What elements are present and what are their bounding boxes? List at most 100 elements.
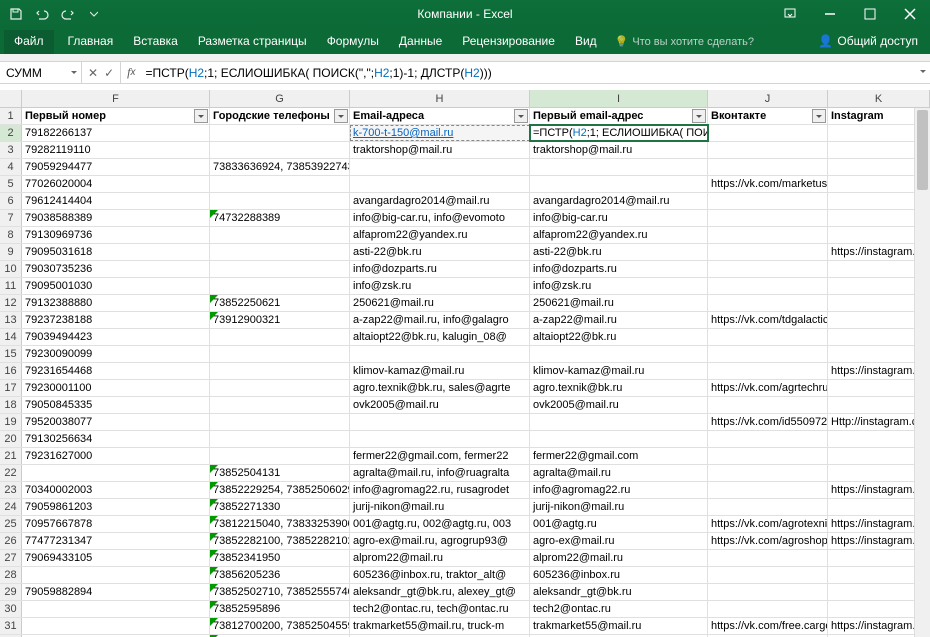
- row-header[interactable]: 4: [0, 159, 22, 175]
- cell[interactable]: [210, 448, 350, 464]
- cell[interactable]: 79520038077: [22, 414, 210, 430]
- cell[interactable]: klimov-kamaz@mail.ru: [530, 363, 708, 379]
- cell[interactable]: https://vk.com/agroshop22: [708, 533, 828, 549]
- cell[interactable]: altaiopt22@bk.ru: [530, 329, 708, 345]
- cell[interactable]: 73852250621: [210, 295, 350, 311]
- cell[interactable]: 77026020004: [22, 176, 210, 192]
- cell[interactable]: [708, 244, 828, 260]
- row-header[interactable]: 17: [0, 380, 22, 396]
- cell[interactable]: info@agromag22.ru, rusagrodet: [350, 482, 530, 498]
- cell[interactable]: [708, 601, 828, 617]
- cell[interactable]: aleksandr_gt@bk.ru: [530, 584, 708, 600]
- cell[interactable]: [350, 176, 530, 192]
- cell[interactable]: [22, 567, 210, 583]
- cell[interactable]: https://vk.com/marketusa: [708, 176, 828, 192]
- cell[interactable]: [210, 125, 350, 141]
- cell[interactable]: 73852229254, 73852506029: [210, 482, 350, 498]
- cell[interactable]: [708, 159, 828, 175]
- cell[interactable]: 70340002003: [22, 482, 210, 498]
- cell[interactable]: agro-ex@mail.ru: [530, 533, 708, 549]
- cell[interactable]: [210, 176, 350, 192]
- cell[interactable]: aleksandr_gt@bk.ru, alexey_gt@: [350, 584, 530, 600]
- row-header[interactable]: 24: [0, 499, 22, 515]
- cell[interactable]: 79612414404: [22, 193, 210, 209]
- cell[interactable]: [210, 142, 350, 158]
- row-header[interactable]: 11: [0, 278, 22, 294]
- cell[interactable]: 73852271330: [210, 499, 350, 515]
- cell[interactable]: info@agromag22.ru: [530, 482, 708, 498]
- cell[interactable]: https://vk.com/id55097224: [708, 414, 828, 430]
- cell[interactable]: 70957667878: [22, 516, 210, 532]
- row-header[interactable]: 31: [0, 618, 22, 634]
- cell[interactable]: 79030735236: [22, 261, 210, 277]
- select-all-corner[interactable]: [0, 90, 22, 107]
- cell[interactable]: klimov-kamaz@mail.ru: [350, 363, 530, 379]
- cell[interactable]: agralta@mail.ru: [530, 465, 708, 481]
- cell[interactable]: [708, 431, 828, 447]
- cell[interactable]: [708, 227, 828, 243]
- table-header-cell[interactable]: Первый email-адрес: [530, 108, 708, 124]
- tab-file[interactable]: Файл: [4, 30, 54, 54]
- cell[interactable]: ovk2005@mail.ru: [350, 397, 530, 413]
- cell[interactable]: 73856205236: [210, 567, 350, 583]
- cell[interactable]: [210, 380, 350, 396]
- cell[interactable]: https://vk.com/free.cargo: [708, 618, 828, 634]
- cell[interactable]: [708, 329, 828, 345]
- name-box[interactable]: СУММ: [0, 62, 82, 83]
- close-icon[interactable]: [890, 0, 930, 28]
- table-header-cell[interactable]: Email-адреса: [350, 108, 530, 124]
- row-header[interactable]: 29: [0, 584, 22, 600]
- cell[interactable]: 79039494423: [22, 329, 210, 345]
- table-header-cell[interactable]: Городские телефоны: [210, 108, 350, 124]
- cell[interactable]: 73812700200, 73852504559: [210, 618, 350, 634]
- cell[interactable]: 605236@inbox.ru, traktor_alt@: [350, 567, 530, 583]
- cell[interactable]: [530, 176, 708, 192]
- cell[interactable]: 77477231347: [22, 533, 210, 549]
- cell[interactable]: [530, 414, 708, 430]
- cell[interactable]: [708, 482, 828, 498]
- cell[interactable]: 79095031618: [22, 244, 210, 260]
- row-header[interactable]: 3: [0, 142, 22, 158]
- cell[interactable]: 79231654468: [22, 363, 210, 379]
- cell[interactable]: 74732288389: [210, 210, 350, 226]
- cell[interactable]: [350, 346, 530, 362]
- cell[interactable]: 73852595896: [210, 601, 350, 617]
- cell[interactable]: tech2@ontac.ru: [530, 601, 708, 617]
- cell[interactable]: 79059294477: [22, 159, 210, 175]
- cell[interactable]: [210, 193, 350, 209]
- cell[interactable]: altaiopt22@bk.ru, kalugin_08@: [350, 329, 530, 345]
- tab-home[interactable]: Главная: [58, 30, 124, 54]
- cell[interactable]: 73852504131: [210, 465, 350, 481]
- ribbon-options-icon[interactable]: [770, 0, 810, 28]
- row-header[interactable]: 28: [0, 567, 22, 583]
- undo-icon[interactable]: [30, 3, 54, 25]
- cell[interactable]: [708, 193, 828, 209]
- cell[interactable]: 79059861203: [22, 499, 210, 515]
- cell[interactable]: [350, 431, 530, 447]
- row-header[interactable]: 23: [0, 482, 22, 498]
- cell[interactable]: https://vk.com/agrotexnika: [708, 516, 828, 532]
- filter-dropdown-icon[interactable]: [194, 109, 208, 123]
- cell[interactable]: avangardagro2014@mail.ru: [530, 193, 708, 209]
- cell[interactable]: 79230090099: [22, 346, 210, 362]
- row-header[interactable]: 18: [0, 397, 22, 413]
- cell[interactable]: 79230001100: [22, 380, 210, 396]
- cell[interactable]: 001@agtg.ru: [530, 516, 708, 532]
- tab-insert[interactable]: Вставка: [123, 30, 188, 54]
- cell[interactable]: =ПСТР(H2;1; ЕСЛИОШИБКА( ПОИСК(",";H2;1)-…: [530, 125, 708, 141]
- cell[interactable]: traktorshop@mail.ru: [350, 142, 530, 158]
- cell[interactable]: ovk2005@mail.ru: [530, 397, 708, 413]
- cell[interactable]: [708, 584, 828, 600]
- cell[interactable]: [708, 346, 828, 362]
- cell[interactable]: info@big-car.ru, info@evomoto: [350, 210, 530, 226]
- cell[interactable]: [210, 414, 350, 430]
- cell[interactable]: jurij-nikon@mail.ru: [350, 499, 530, 515]
- cell[interactable]: agro.texnik@bk.ru: [530, 380, 708, 396]
- cell[interactable]: trakmarket55@mail.ru, truck-m: [350, 618, 530, 634]
- cell[interactable]: [210, 363, 350, 379]
- filter-dropdown-icon[interactable]: [334, 109, 348, 123]
- cell[interactable]: 605236@inbox.ru: [530, 567, 708, 583]
- cell[interactable]: [210, 397, 350, 413]
- cell[interactable]: alfaprom22@yandex.ru: [350, 227, 530, 243]
- scrollbar-thumb[interactable]: [917, 110, 928, 190]
